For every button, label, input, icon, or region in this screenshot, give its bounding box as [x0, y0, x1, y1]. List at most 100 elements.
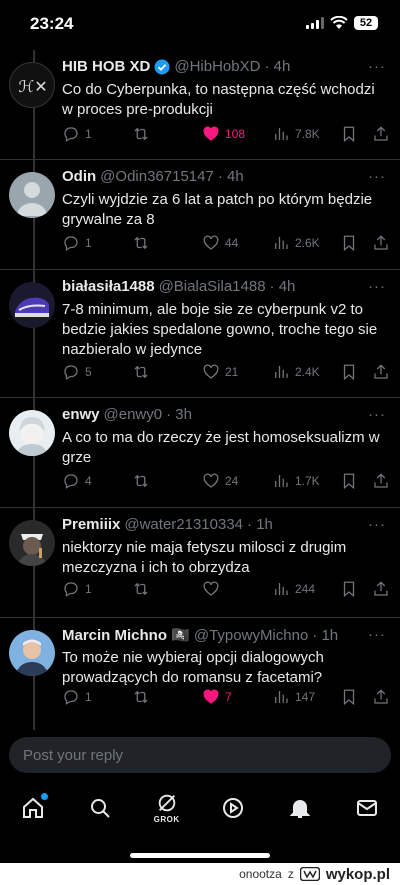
- share-button[interactable]: [372, 234, 390, 252]
- tweet-header: białasiła1488 @BialaSila1488 · 4h: [62, 278, 370, 295]
- more-options-icon[interactable]: ···: [368, 406, 386, 423]
- views-button[interactable]: 7.8K: [272, 125, 320, 143]
- tweet[interactable]: białasiła1488 @BialaSila1488 · 4h ··· 7-…: [0, 270, 400, 398]
- reply-count: 4: [85, 474, 92, 488]
- footer-sep: z: [287, 867, 294, 881]
- share-button[interactable]: [372, 472, 390, 490]
- like-button[interactable]: 108: [202, 125, 245, 143]
- home-indicator: [130, 853, 270, 858]
- tweet-text: Czyli wyjdzie za 6 lat a patch po którym…: [62, 191, 373, 228]
- views-button[interactable]: 2.4K: [272, 363, 320, 381]
- avatar[interactable]: [9, 520, 55, 566]
- avatar[interactable]: [9, 410, 55, 456]
- reply-icon: [64, 236, 78, 251]
- author-handle[interactable]: @water21310334: [124, 516, 243, 533]
- tab-home[interactable]: [13, 788, 53, 828]
- retweet-button[interactable]: [132, 363, 155, 381]
- like-button[interactable]: 21: [202, 363, 238, 381]
- bookmark-button[interactable]: [340, 580, 358, 598]
- watermark-footer: onootza z wykop.pl: [0, 863, 400, 885]
- author-name[interactable]: białasiła1488: [62, 278, 155, 295]
- reply-count: 1: [85, 236, 92, 250]
- reply-button[interactable]: 1: [62, 580, 92, 598]
- more-options-icon[interactable]: ···: [368, 278, 386, 295]
- tweet-text: niektorzy nie maja fetyszu milosci z dru…: [62, 539, 347, 576]
- reply-button[interactable]: 1: [62, 234, 92, 252]
- more-options-icon[interactable]: ···: [368, 516, 386, 533]
- share-icon: [374, 473, 388, 488]
- author-handle[interactable]: @Odin36715147: [100, 168, 214, 185]
- share-button[interactable]: [372, 580, 390, 598]
- author-name[interactable]: HIB HOB XD: [62, 58, 150, 75]
- author-handle[interactable]: @HibHobXD: [174, 58, 260, 75]
- more-options-icon[interactable]: ···: [368, 58, 386, 75]
- status-time: 23:24: [30, 14, 74, 33]
- share-button[interactable]: [372, 363, 390, 381]
- tweet-actions: 1 108 7.8K: [62, 124, 388, 144]
- avatar[interactable]: [9, 172, 55, 218]
- tab-messages[interactable]: [347, 788, 387, 828]
- retweet-button[interactable]: [132, 472, 155, 490]
- share-icon: [374, 581, 388, 596]
- tab-notifications[interactable]: [280, 788, 320, 828]
- grok-label: GROK: [153, 815, 180, 824]
- author-handle[interactable]: @BialaSila1488: [159, 278, 266, 295]
- bookmark-button[interactable]: [340, 688, 358, 706]
- retweet-button[interactable]: [132, 580, 155, 598]
- author-name[interactable]: Marcin Michno 🏴‍☠️: [62, 626, 190, 644]
- more-options-icon[interactable]: ···: [368, 168, 386, 185]
- avatar[interactable]: ℋ✕: [9, 62, 55, 108]
- reply-icon: [64, 474, 78, 489]
- retweet-button[interactable]: [132, 688, 155, 706]
- views-button[interactable]: 1.7K: [272, 472, 320, 490]
- author-name[interactable]: Odin: [62, 168, 96, 185]
- reply-input[interactable]: Post your reply: [9, 737, 391, 773]
- tab-search[interactable]: [80, 788, 120, 828]
- tab-grok[interactable]: GROK: [147, 788, 187, 828]
- share-icon: [374, 689, 388, 704]
- like-button[interactable]: 44: [202, 234, 238, 252]
- tab-video[interactable]: [213, 788, 253, 828]
- bookmark-button[interactable]: [340, 363, 358, 381]
- tweet-header: HIB HOB XD @HibHobXD · 4h: [62, 58, 370, 75]
- bottom-tab-bar: GROK: [0, 783, 400, 833]
- footer-site: wykop.pl: [325, 865, 390, 883]
- retweet-button[interactable]: [132, 125, 155, 143]
- tweet-header: Odin @Odin36715147 · 4h: [62, 168, 370, 185]
- reply-button[interactable]: 4: [62, 472, 92, 490]
- views-button[interactable]: 244: [272, 580, 315, 598]
- share-button[interactable]: [372, 125, 390, 143]
- retweet-icon: [134, 474, 148, 488]
- home-icon: [23, 797, 44, 818]
- reply-button[interactable]: 1: [62, 688, 92, 706]
- bookmark-button[interactable]: [340, 472, 358, 490]
- views-button[interactable]: 2.6K: [272, 234, 320, 252]
- reply-button[interactable]: 5: [62, 363, 92, 381]
- author-name[interactable]: enwy: [62, 406, 100, 423]
- views-button[interactable]: 147: [272, 688, 315, 706]
- author-handle[interactable]: @enwy0: [104, 406, 163, 423]
- tweet[interactable]: enwy @enwy0 · 3h ··· A co to ma do rzecz…: [0, 398, 400, 508]
- avatar[interactable]: [9, 282, 55, 328]
- like-button[interactable]: 7: [202, 688, 232, 706]
- tweet[interactable]: ℋ✕ HIB HOB XD @HibHobXD · 4h ··· Co do C…: [0, 50, 400, 160]
- status-icons: 52: [306, 16, 378, 30]
- reply-button[interactable]: 1: [62, 125, 92, 143]
- tweet[interactable]: Premiiix @water21310334 · 1h ··· niektor…: [0, 508, 400, 618]
- reply-count: 1: [85, 127, 92, 141]
- search-icon: [90, 799, 110, 818]
- like-button[interactable]: 24: [202, 472, 238, 490]
- like-button[interactable]: [202, 580, 225, 598]
- avatar[interactable]: [9, 630, 55, 676]
- share-button[interactable]: [372, 688, 390, 706]
- tweet[interactable]: Odin @Odin36715147 · 4h ··· Czyli wyjdzi…: [0, 160, 400, 270]
- author-handle[interactable]: @TypowyMichno: [194, 627, 308, 644]
- bookmark-button[interactable]: [340, 125, 358, 143]
- like-icon: [203, 126, 219, 141]
- bookmark-button[interactable]: [340, 234, 358, 252]
- like-icon: [203, 689, 219, 704]
- retweet-button[interactable]: [132, 234, 155, 252]
- tweet[interactable]: Marcin Michno 🏴‍☠️ @TypowyMichno · 1h ··…: [0, 618, 400, 730]
- author-name[interactable]: Premiiix: [62, 516, 120, 533]
- more-options-icon[interactable]: ···: [368, 626, 386, 643]
